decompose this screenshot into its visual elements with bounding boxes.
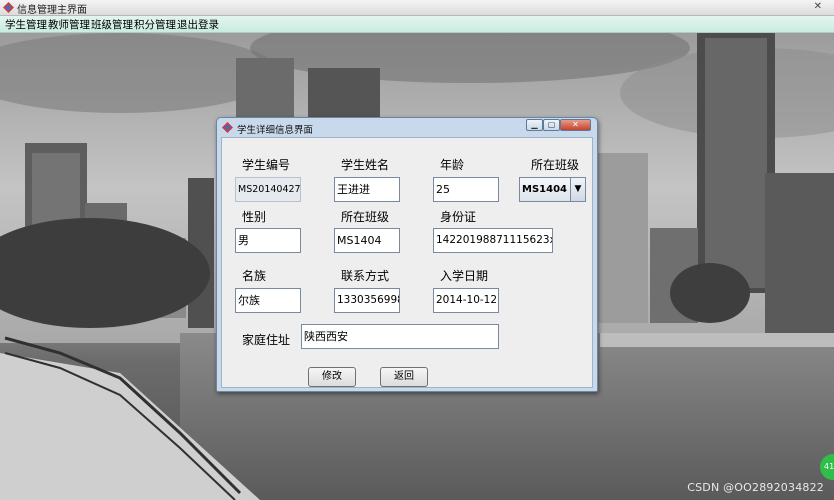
dialog-title: 学生详细信息界面 bbox=[237, 125, 314, 136]
class-field[interactable]: MS1404 bbox=[334, 228, 400, 253]
label-class-combo: 所在班级 bbox=[531, 158, 580, 172]
label-age: 年龄 bbox=[440, 158, 465, 172]
back-button[interactable]: 返回 bbox=[380, 367, 428, 387]
dialog-titlebar[interactable]: 学生详细信息界面 ▁ ▢ ✕ bbox=[217, 118, 597, 137]
label-ethnicity: 名族 bbox=[242, 269, 267, 283]
student-name-field[interactable]: 王进进 bbox=[334, 177, 400, 202]
close-button[interactable]: ✕ bbox=[560, 119, 591, 131]
label-contact: 联系方式 bbox=[341, 269, 390, 283]
address-field[interactable]: 陕西西安 bbox=[301, 324, 499, 349]
window-close-icon[interactable]: ✕ bbox=[814, 1, 822, 12]
app-icon bbox=[3, 2, 14, 13]
watermark-text: CSDN @OO2892034822 bbox=[687, 481, 824, 494]
id-card-field[interactable]: 14220198871115623x bbox=[433, 228, 553, 253]
dialog-body: 学生编号 学生姓名 年龄 所在班级 MS201404271 王进进 25 MS1… bbox=[221, 137, 593, 388]
menu-student-management[interactable]: 学生管理 bbox=[5, 17, 47, 32]
label-id-card: 身份证 bbox=[440, 210, 477, 224]
gender-field[interactable]: 男 bbox=[235, 228, 301, 253]
edit-button[interactable]: 修改 bbox=[308, 367, 356, 387]
label-enroll-date: 入学日期 bbox=[440, 269, 489, 283]
student-detail-dialog: 学生详细信息界面 ▁ ▢ ✕ 学生编号 学生姓名 年龄 所在班级 MS20140… bbox=[216, 117, 598, 392]
window-title: 信息管理主界面 bbox=[17, 5, 87, 16]
minimize-button[interactable]: ▁ bbox=[526, 119, 543, 131]
label-address: 家庭住址 bbox=[242, 333, 291, 347]
enroll-date-field[interactable]: 2014-10-12 bbox=[433, 288, 499, 313]
dialog-app-icon bbox=[222, 122, 233, 133]
ethnicity-field[interactable]: 尔族 bbox=[235, 288, 301, 313]
menubar: 学生管理 教师管理 班级管理 积分管理 退出登录 bbox=[0, 16, 834, 33]
contact-field[interactable]: 13303569987 bbox=[334, 288, 400, 313]
label-class: 所在班级 bbox=[341, 210, 390, 224]
maximize-button[interactable]: ▢ bbox=[543, 119, 560, 131]
chevron-down-icon[interactable]: ▼ bbox=[570, 178, 585, 201]
class-select[interactable]: MS1404 ▼ bbox=[519, 177, 586, 202]
label-student-name: 学生姓名 bbox=[341, 158, 390, 172]
label-gender: 性别 bbox=[242, 210, 267, 224]
student-id-field[interactable]: MS201404271 bbox=[235, 177, 301, 202]
menu-logout[interactable]: 退出登录 bbox=[177, 17, 219, 32]
menu-points-management[interactable]: 积分管理 bbox=[134, 17, 176, 32]
label-student-id: 学生编号 bbox=[242, 158, 291, 172]
menu-class-management[interactable]: 班级管理 bbox=[91, 17, 133, 32]
menu-teacher-management[interactable]: 教师管理 bbox=[48, 17, 90, 32]
class-select-value: MS1404 bbox=[522, 184, 567, 195]
age-field[interactable]: 25 bbox=[433, 177, 499, 202]
main-titlebar: 信息管理主界面 ✕ bbox=[0, 0, 834, 16]
